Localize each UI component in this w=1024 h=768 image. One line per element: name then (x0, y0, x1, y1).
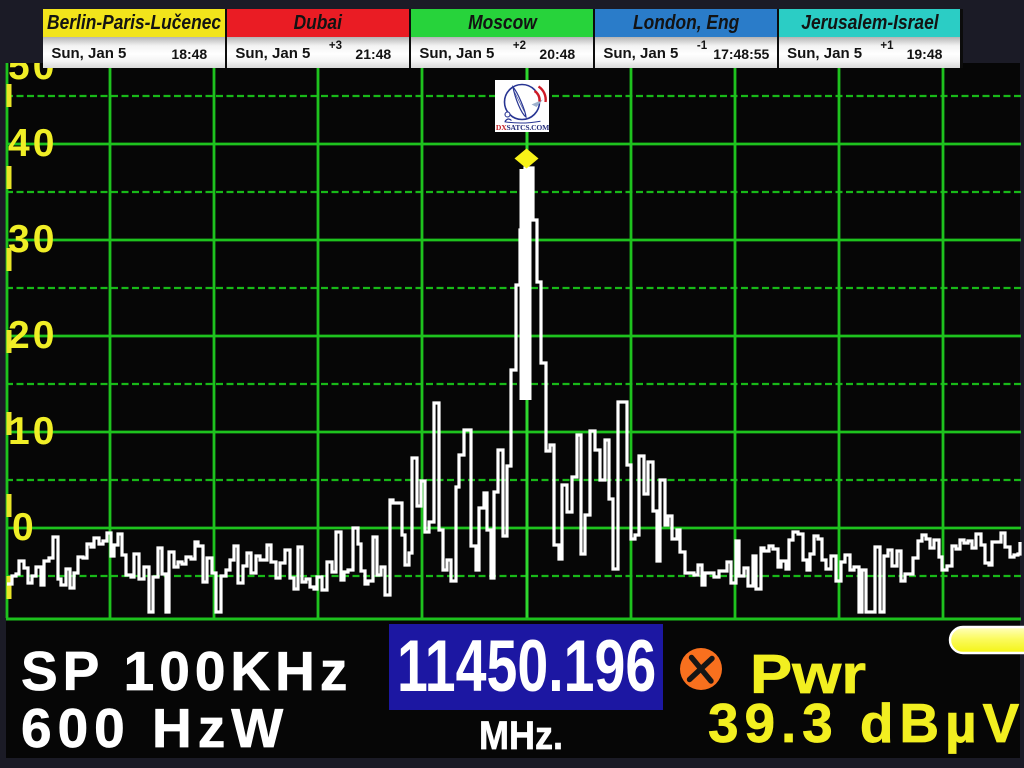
svg-text:DXSATCS.COM: DXSATCS.COM (496, 123, 549, 132)
